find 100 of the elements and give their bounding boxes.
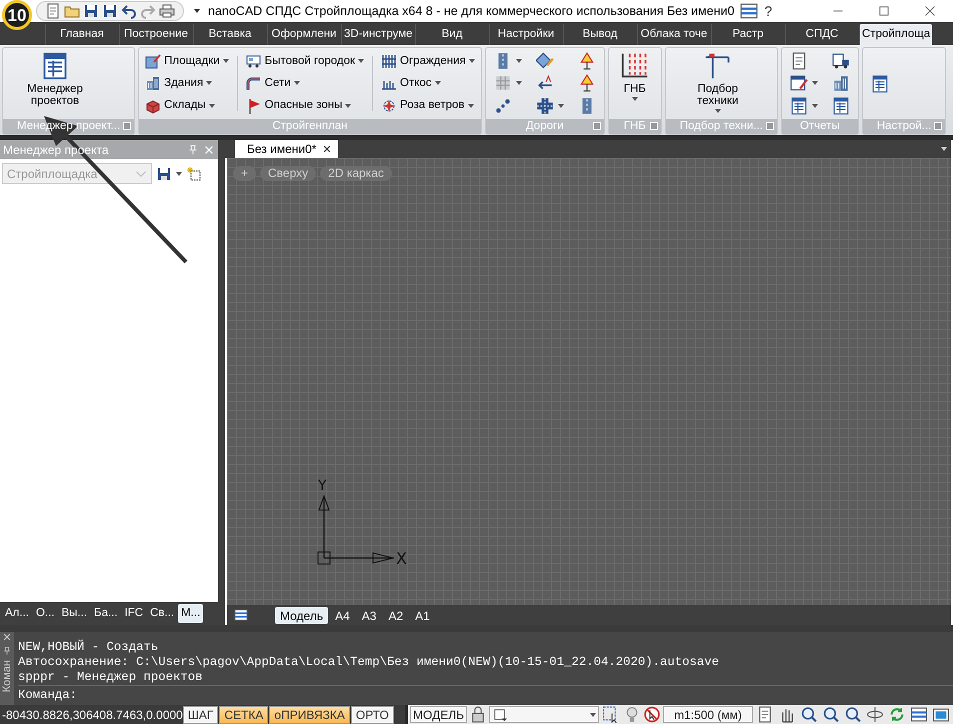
panel-tab[interactable]: Ба...	[91, 604, 121, 624]
panel-tab[interactable]: Св...	[147, 604, 178, 624]
ribbon-tab[interactable]: Облака точе	[637, 24, 710, 45]
panel-title: Настрой...	[876, 118, 932, 134]
document-tab[interactable]: Без имени0*	[235, 140, 338, 158]
pin-icon[interactable]	[2, 646, 12, 656]
command-history-line: Автосохранение: C:\Users\pagov\AppData\Local\Temp\Без имени0(NEW)(10-15-01_22.04.2020).autosave	[18, 655, 720, 670]
table-icon[interactable]	[870, 74, 889, 92]
status-toggle[interactable]: ШАГ	[182, 706, 218, 724]
launcher-icon[interactable]	[766, 122, 774, 130]
dots-icon[interactable]	[494, 96, 512, 115]
ribbon-button[interactable]: Сети	[244, 72, 366, 94]
lock-icon[interactable]	[469, 706, 487, 723]
project-combo: Стройплощадка	[2, 163, 152, 184]
command-history-line: NEW,НОВЫЙ - Создать	[18, 640, 160, 655]
panel-tab[interactable]: Ал...	[2, 604, 32, 624]
panel-tab[interactable]: Вы...	[58, 604, 90, 624]
caret-icon	[590, 712, 596, 716]
tab-list-icon[interactable]	[941, 147, 947, 151]
ribbon-button[interactable]: Ограждения	[379, 50, 477, 72]
window-close-icon[interactable]	[924, 5, 936, 17]
status-toggle[interactable]: СЕТКА	[219, 706, 268, 724]
map-icon	[145, 53, 162, 70]
layout-tab[interactable]: A1	[410, 606, 435, 624]
ribbon-tab[interactable]: Стройплоща	[859, 24, 932, 45]
magnifier-icon[interactable]	[821, 706, 841, 723]
table-icon[interactable]	[790, 96, 808, 115]
magnifier-icon[interactable]	[799, 706, 819, 723]
launcher-icon[interactable]	[123, 122, 132, 130]
caret-icon[interactable]	[176, 172, 182, 176]
undo-icon[interactable]	[121, 3, 137, 19]
save-icon[interactable]	[102, 3, 118, 19]
status-toggle[interactable]: ОРТО	[350, 706, 394, 724]
layout-tab[interactable]: A3	[356, 606, 382, 624]
document-icon[interactable]	[45, 3, 61, 19]
ribbon-button[interactable]: Здания	[143, 72, 231, 94]
command-history-line: spppr - Менеджер проектов	[18, 670, 204, 685]
ribbon-button[interactable]: ГНБ	[616, 50, 653, 117]
panel-title: Отчеты	[800, 118, 840, 134]
coordinates-readout: -80430.8826,306408.7463,0.0000	[1, 706, 183, 724]
layout-icon[interactable]	[233, 608, 249, 622]
ribbon-button[interactable]: Откос	[379, 72, 477, 94]
ribbon-button[interactable]: Опасные зоны	[244, 95, 366, 116]
magnifier-icon[interactable]	[843, 706, 863, 723]
layout-tab[interactable]: A4	[330, 606, 355, 624]
app-logo[interactable]: 10	[2, 0, 32, 30]
ucs-axes-drawing: Y X	[313, 478, 409, 573]
layout-icon[interactable]	[909, 706, 929, 723]
launcher-icon[interactable]	[934, 122, 942, 130]
new-item-icon[interactable]	[186, 166, 202, 182]
ribbon-button[interactable]: Менеджер проектов	[11, 50, 99, 117]
warning-sign-icon[interactable]	[578, 52, 596, 70]
close-icon[interactable]	[322, 144, 332, 154]
panel-title: Дороги	[526, 118, 564, 134]
crossroad-icon[interactable]	[536, 96, 554, 115]
table-icon	[41, 52, 69, 80]
status-toggle[interactable]: оПРИВЯЗКА	[269, 706, 350, 724]
layout-icon[interactable]	[740, 2, 758, 20]
ribbon-button[interactable]: Площадки	[143, 50, 231, 72]
save-icon[interactable]	[156, 166, 172, 182]
panel-title: Подбор техни...	[680, 118, 763, 134]
building-icon[interactable]	[832, 74, 850, 92]
caret-icon[interactable]	[558, 104, 564, 108]
ribbon-button[interactable]: Бытовой городок	[244, 50, 366, 72]
caret-icon[interactable]	[812, 81, 818, 86]
panel-title: Коман	[0, 660, 14, 692]
window-title: nanoCAD СПДС Стройплощадка x64 8 - не для коммерческого использования Без имени0	[208, 2, 734, 20]
ribbon-button[interactable]: Подбор техники	[674, 50, 762, 117]
panel-tab[interactable]: О...	[32, 604, 58, 624]
launcher-icon[interactable]	[592, 122, 601, 130]
command-prompt[interactable]: Команда:	[18, 688, 78, 702]
panel-tab[interactable]: М...	[178, 604, 204, 624]
compass-icon	[381, 98, 398, 114]
printer-icon[interactable]	[159, 3, 175, 19]
help-button[interactable]: ?	[764, 0, 772, 22]
ribbon-button[interactable]: Роза ветров	[379, 95, 477, 116]
warning-sign-icon[interactable]	[578, 74, 596, 92]
layout-tab[interactable]: A2	[383, 606, 408, 624]
caret-icon[interactable]	[194, 9, 200, 13]
panel-tab[interactable]: IFC	[122, 604, 146, 624]
orbit-icon[interactable]	[865, 706, 885, 723]
save-icon[interactable]	[83, 3, 99, 19]
window-icon[interactable]	[931, 706, 951, 723]
truck-icon[interactable]	[832, 52, 850, 70]
no-cursor-icon[interactable]	[643, 706, 661, 723]
form-icon[interactable]	[790, 74, 808, 92]
layout-tab[interactable]: Модель	[275, 606, 328, 624]
maximize-icon[interactable]	[878, 5, 890, 17]
caret-icon[interactable]	[812, 104, 818, 108]
trailer-icon	[246, 53, 262, 70]
table-icon[interactable]	[832, 96, 850, 115]
caret-icon[interactable]	[516, 81, 522, 86]
panel-title: Стройгенплан	[272, 118, 348, 134]
space-button[interactable]: МОДЕЛЬ	[410, 706, 467, 723]
caret-icon[interactable]	[516, 59, 522, 64]
ribbon-button[interactable]: Склады	[143, 95, 231, 116]
ribbon-tab[interactable]: 3D-инструме	[341, 24, 414, 45]
launcher-icon[interactable]	[650, 122, 658, 130]
scale-button[interactable]: m1:500 (мм)	[663, 706, 753, 723]
pipe-icon	[246, 75, 262, 92]
